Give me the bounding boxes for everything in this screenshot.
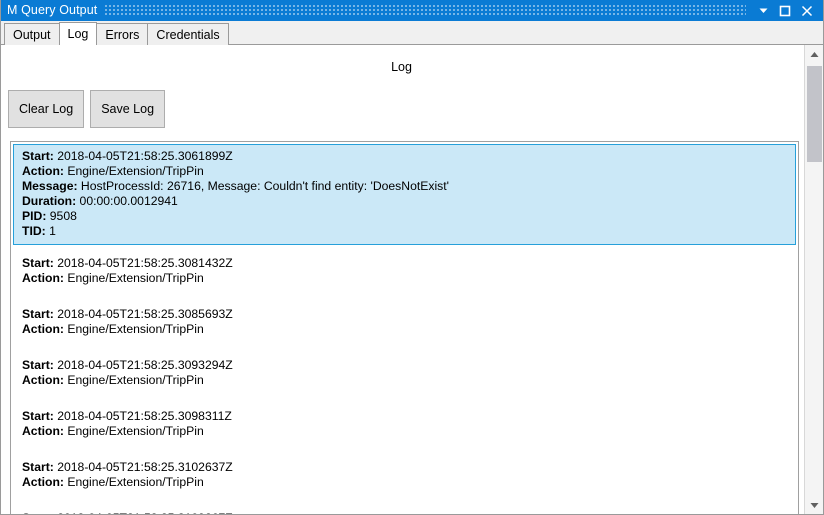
log-tid-label: TID: [22,224,46,238]
log-message: Message: HostProcessId: 26716, Message: … [22,179,789,194]
log-start-value: 2018-04-05T21:58:25.3093294Z [53,358,233,372]
log-action-value: Engine/Extension/TripPin [63,271,204,285]
log-action: Action: Engine/Extension/TripPin [22,322,789,337]
log-action-label: Action: [22,322,64,336]
log-start-value: 2018-04-05T21:58:25.3061899Z [53,149,233,163]
tab-log[interactable]: Log [58,22,98,45]
log-entry[interactable]: Start: 2018-04-05T21:58:25.3109267Z [13,506,796,514]
log-action: Action: Engine/Extension/TripPin [22,373,789,388]
log-list[interactable]: Start: 2018-04-05T21:58:25.3061899Z Actio… [10,141,799,515]
clear-log-button[interactable]: Clear Log [8,90,85,128]
tab-strip: Output Log Errors Credentials [0,21,824,45]
log-message-value: HostProcessId: 26716, Message: Couldn't … [77,179,449,193]
log-duration-value: 00:00:00.0012941 [76,194,178,208]
log-action-label: Action: [22,475,64,489]
log-start-value: 2018-04-05T21:58:25.3098311Z [53,409,232,423]
log-pid-label: PID: [22,209,47,223]
log-entry[interactable]: Start: 2018-04-05T21:58:25.3098311Z Actio… [13,404,796,445]
m-query-output-window: M Query Output Output Log Errors Credent… [0,0,824,515]
log-start: Start: 2018-04-05T21:58:25.3061899Z [22,149,789,164]
vertical-scrollbar[interactable] [804,45,824,515]
title-grip [105,5,746,16]
log-start-label: Start: [22,307,54,321]
log-panel: Log Clear Log Save Log Start: 2018-04-05… [0,45,824,515]
scrollbar-track[interactable] [805,64,824,496]
close-icon[interactable] [796,0,818,21]
log-start-label: Start: [22,460,54,474]
title-bar: M Query Output [0,0,824,21]
log-start-label: Start: [22,511,54,514]
log-start-label: Start: [22,149,54,163]
log-action-value: Engine/Extension/TripPin [63,322,204,336]
log-start-value: 2018-04-05T21:58:25.3109267Z [54,511,233,514]
square-icon[interactable] [774,0,796,21]
log-duration: Duration: 00:00:00.0012941 [22,194,789,209]
content-area: Log Clear Log Save Log Start: 2018-04-05… [0,45,824,515]
window-title: M Query Output [7,3,98,17]
log-toolbar: Clear Log Save Log [0,76,803,128]
tab-credentials[interactable]: Credentials [147,23,229,45]
log-action: Action: Engine/Extension/TripPin [22,271,789,286]
log-start: Start: 2018-04-05T21:58:25.3081432Z [22,256,789,271]
log-action-value: Engine/Extension/TripPin [63,424,204,438]
log-entry[interactable]: Start: 2018-04-05T21:58:25.3093294Z Actio… [13,353,796,394]
log-tid: TID: 1 [22,224,789,239]
log-action: Action: Engine/Extension/TripPin [22,475,789,490]
log-start: Start: 2018-04-05T21:58:25.3098311Z [22,409,789,424]
chevron-down-icon[interactable] [752,0,774,21]
log-action-value: Engine/Extension/TripPin [63,164,204,178]
window-controls [752,0,824,21]
log-action-label: Action: [22,373,64,387]
tab-errors[interactable]: Errors [96,23,149,45]
log-entry[interactable]: Start: 2018-04-05T21:58:25.3102637Z Actio… [13,455,796,496]
log-pid: PID: 9508 [22,209,789,224]
save-log-button[interactable]: Save Log [90,90,166,128]
log-start-label: Start: [22,256,54,270]
log-entry[interactable]: Start: 2018-04-05T21:58:25.3081432Z Actio… [13,251,796,292]
log-entry[interactable]: Start: 2018-04-05T21:58:25.3061899Z Actio… [13,144,796,245]
log-action-label: Action: [22,424,64,438]
log-tid-value: 1 [45,224,56,238]
log-start-label: Start: [22,358,54,372]
log-start-value: 2018-04-05T21:58:25.3085693Z [53,307,233,321]
log-start: Start: 2018-04-05T21:58:25.3109267Z [22,511,789,514]
tab-output[interactable]: Output [4,23,60,45]
log-message-label: Message: [22,179,78,193]
log-entry[interactable]: Start: 2018-04-05T21:58:25.3085693Z Actio… [13,302,796,343]
scroll-down-icon[interactable] [805,496,824,515]
page-title: Log [391,60,412,74]
log-start-value: 2018-04-05T21:58:25.3081432Z [53,256,233,270]
log-action-label: Action: [22,164,64,178]
log-start-value: 2018-04-05T21:58:25.3102637Z [53,460,233,474]
log-action: Action: Engine/Extension/TripPin [22,424,789,439]
log-action-value: Engine/Extension/TripPin [63,373,204,387]
log-start: Start: 2018-04-05T21:58:25.3085693Z [22,307,789,322]
log-action-label: Action: [22,271,64,285]
log-start: Start: 2018-04-05T21:58:25.3093294Z [22,358,789,373]
log-action: Action: Engine/Extension/TripPin [22,164,789,179]
scroll-up-icon[interactable] [805,45,824,64]
log-start: Start: 2018-04-05T21:58:25.3102637Z [22,460,789,475]
log-duration-label: Duration: [22,194,77,208]
scrollbar-thumb[interactable] [807,66,822,162]
log-pid-value: 9508 [46,209,77,223]
log-action-value: Engine/Extension/TripPin [63,475,204,489]
log-start-label: Start: [22,409,54,423]
